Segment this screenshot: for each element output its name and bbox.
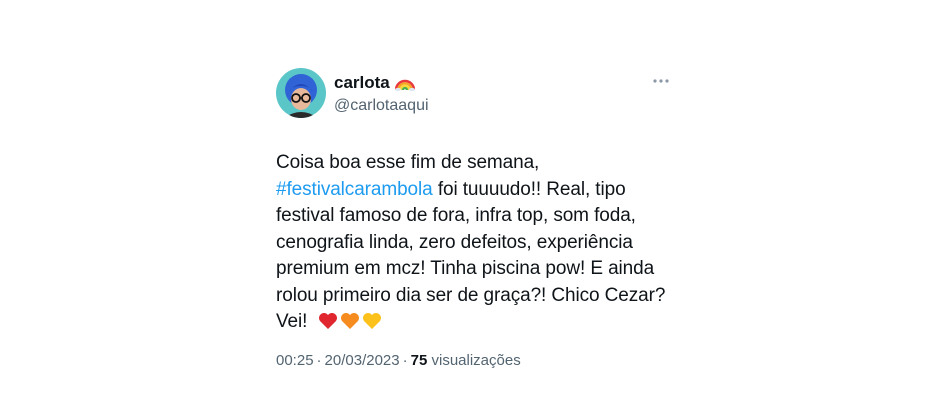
yellow-heart-icon [362,312,382,339]
orange-heart-icon [340,312,360,339]
more-options-icon [653,79,669,83]
display-name[interactable]: carlota [334,73,390,93]
tweet-line-text: Coisa boa esse fim de semana, [276,152,540,173]
red-heart-icon [318,312,338,339]
avatar[interactable] [276,68,326,118]
tweet-meta: 00:25 · 20/03/2023 · 75 visualizações [276,352,521,369]
user-names: carlota @carlotaaqui [334,68,429,115]
tweet-line: cenografia linda, zero defeitos, experiê… [276,230,696,257]
tweet-line-text: rolou primeiro dia ser de graça?! Chico … [276,284,666,306]
meta-separator: · [316,352,322,369]
tweet-line: Vei! [276,309,696,339]
tweet-line: #festivalcarambola foi tuuuudo!! Real, t… [276,177,696,204]
user-handle[interactable]: @carlotaaqui [334,97,429,115]
views-count: 75 [410,352,428,369]
views-label: visualizações [431,352,521,369]
tweet-line: festival famoso de fora, infra top, som … [276,203,696,230]
display-name-row[interactable]: carlota [334,72,429,94]
hashtag-link[interactable]: #festivalcarambola [276,179,433,200]
more-options-button[interactable] [650,72,672,90]
tweet-line-text: premium em mcz! Tinha piscina pow! E ain… [276,258,655,279]
avatar-photo [276,68,326,118]
meta-separator: · [402,352,408,369]
tweet-line: premium em mcz! Tinha piscina pow! E ain… [276,256,696,283]
tweet-line: rolou primeiro dia ser de graça?! Chico … [276,283,696,310]
tweet-line-text: cenografia linda, zero defeitos, experiê… [276,231,633,253]
tweet-line-text: festival famoso de fora, infra top, som … [276,205,636,226]
tweet-time[interactable]: 00:25 [276,352,314,369]
tweet-line-text: foi tuuuudo!! Real, tipo [437,178,626,200]
tweet-text: Coisa boa esse fim de semana, #festivalc… [276,150,696,339]
tweet-card: carlota @carlotaaqui Coisa boa esse fim … [276,68,676,369]
tweet-date[interactable]: 20/03/2023 [325,352,400,369]
rainbow-icon [394,75,415,92]
tweet-header: carlota @carlotaaqui [276,68,676,120]
tweet-line-text: Vei! [276,311,308,332]
tweet-line: Coisa boa esse fim de semana, [276,150,696,177]
